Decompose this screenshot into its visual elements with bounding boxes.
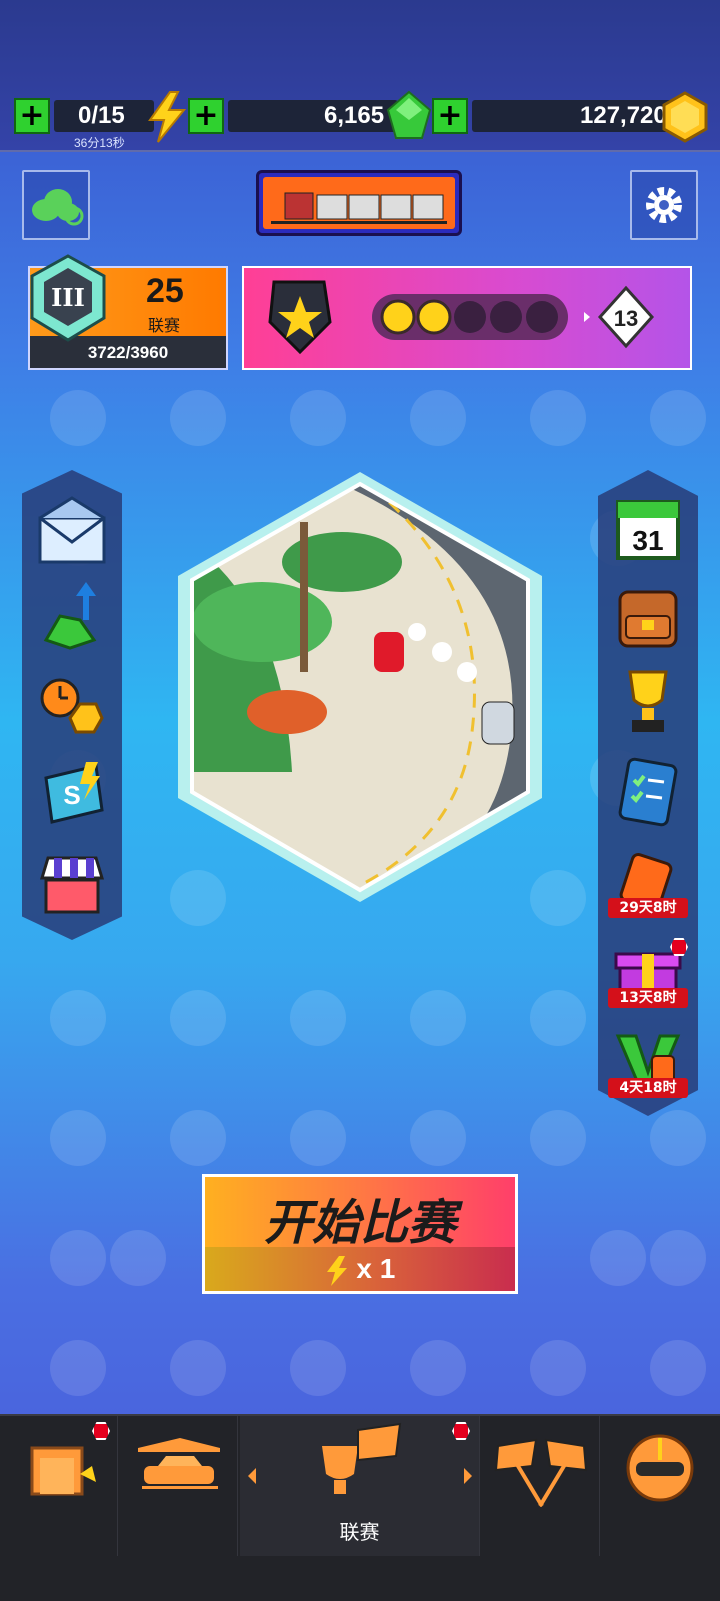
mail-icon[interactable]	[36, 496, 108, 568]
add-coins-button[interactable]: +	[432, 98, 468, 134]
currency-bar: + 0/15 36分13秒 + 6,165 + 127,720	[0, 0, 720, 152]
league-label: 联赛	[148, 316, 181, 335]
track-preview[interactable]	[172, 472, 548, 902]
league-trophy-icon	[248, 1422, 472, 1494]
train-event-banner[interactable]	[256, 170, 462, 236]
trophy-icon[interactable]	[612, 666, 684, 738]
star-progress-panel[interactable]: 13	[242, 266, 692, 370]
gem-currency: + 6,165	[188, 90, 432, 139]
cloud-sync-icon	[32, 189, 84, 226]
star-progress-art: 13	[268, 280, 655, 355]
gift-offer-timer: 13天8时	[608, 988, 688, 1008]
nav-profile[interactable]	[602, 1416, 720, 1556]
backpack-icon[interactable]	[612, 580, 684, 652]
add-energy-button[interactable]: +	[14, 98, 50, 134]
nav-league-label: 联赛	[339, 1520, 380, 1544]
rank-badge-icon: III	[30, 254, 106, 342]
white-car	[481, 701, 515, 745]
gem-value: 6,165	[324, 102, 385, 129]
super-card-icon[interactable]: S	[36, 758, 108, 830]
energy-value: 0/15	[78, 102, 125, 129]
start-race-label: 开始比赛	[263, 1195, 456, 1251]
bottom-nav: 联赛	[0, 1414, 720, 1601]
checklist-icon[interactable]	[612, 756, 684, 828]
energy-timer: 36分13秒	[74, 136, 125, 150]
energy-currency: + 0/15 36分13秒	[14, 91, 187, 150]
red-car	[374, 632, 404, 672]
fuel-offer-timer: 29天8时	[608, 898, 688, 918]
svg-text:S: S	[63, 780, 80, 810]
cloud-sync-button[interactable]	[22, 170, 90, 240]
shop-icon[interactable]	[36, 848, 108, 920]
start-race-button[interactable]: 开始比赛 x 1	[202, 1174, 518, 1294]
league-level: 25	[146, 272, 184, 310]
gem-upgrade-icon[interactable]	[36, 580, 108, 652]
lightning-bolt-icon	[148, 91, 187, 143]
calendar-day: 31	[632, 525, 663, 556]
add-gems-button[interactable]: +	[188, 98, 224, 134]
star-slot-filled	[380, 299, 416, 335]
lightning-bolt-icon	[326, 1255, 347, 1286]
coin-currency: + 127,720	[432, 91, 708, 143]
star-slot-empty	[526, 301, 558, 333]
checkered-flags-icon	[494, 1438, 588, 1508]
rank-badge-label: III	[51, 283, 85, 312]
vpass-offer-timer: 4天18时	[608, 1078, 688, 1098]
coin-value: 127,720	[580, 102, 667, 129]
star-slot-filled	[416, 299, 452, 335]
helmet-icon	[626, 1434, 694, 1502]
garage-car-icon	[138, 1438, 220, 1489]
start-race-cost: x 1	[205, 1247, 515, 1291]
timed-coins-icon[interactable]	[36, 670, 108, 742]
start-race-cost-value: x 1	[356, 1253, 396, 1284]
nav-races[interactable]	[482, 1416, 600, 1556]
nav-league[interactable]: 联赛	[240, 1416, 480, 1556]
reward-count: 13	[614, 306, 638, 331]
calendar-icon[interactable]: 31	[612, 492, 684, 564]
gold-hex-coin-icon	[662, 91, 708, 143]
star-slot-empty	[454, 301, 486, 333]
nav-workshop[interactable]	[0, 1416, 118, 1556]
gear-icon	[646, 187, 682, 223]
nav-garage[interactable]	[120, 1416, 238, 1556]
settings-button[interactable]	[630, 170, 698, 240]
star-slot-empty	[490, 301, 522, 333]
train-icon	[271, 192, 447, 224]
green-gem-icon	[386, 90, 432, 139]
